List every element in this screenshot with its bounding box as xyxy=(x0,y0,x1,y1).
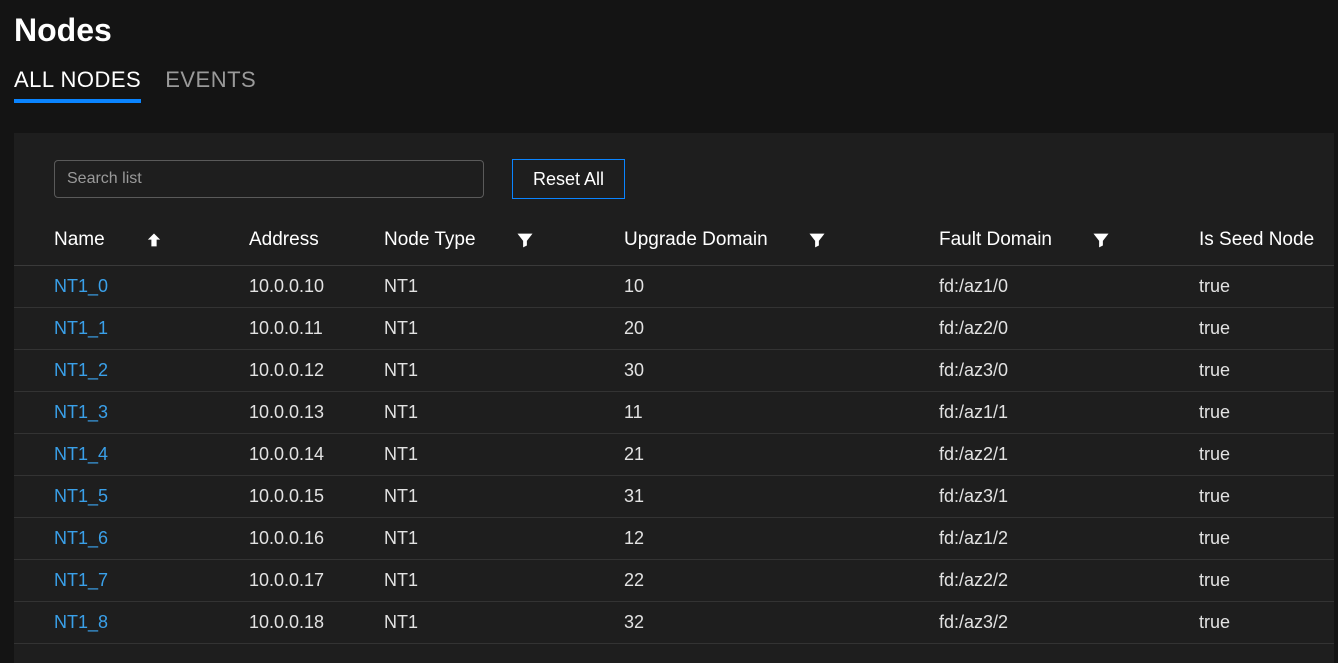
table-row: NT1_6 10.0.0.16NT112fd:/az1/2true xyxy=(14,518,1334,560)
col-header-node-type[interactable]: Node Type xyxy=(384,219,624,266)
cell-is-seed: true xyxy=(1199,518,1334,560)
cell-is-seed: true xyxy=(1199,350,1334,392)
table-row: NT1_3 10.0.0.13NT111fd:/az1/1true xyxy=(14,392,1334,434)
cell-is-seed: true xyxy=(1199,476,1334,518)
table-row: NT1_7 10.0.0.17NT122fd:/az2/2true xyxy=(14,560,1334,602)
node-link[interactable]: NT1_3 xyxy=(54,402,108,422)
page-title: Nodes xyxy=(14,0,1338,67)
node-link[interactable]: NT1_0 xyxy=(54,276,108,296)
node-link[interactable]: NT1_1 xyxy=(54,318,108,338)
filter-icon[interactable] xyxy=(516,231,534,249)
node-link[interactable]: NT1_6 xyxy=(54,528,108,548)
node-link[interactable]: NT1_2 xyxy=(54,360,108,380)
cell-address: 10.0.0.10 xyxy=(249,266,384,308)
arrow-up-icon xyxy=(145,231,163,249)
tab-bar: ALL NODES EVENTS xyxy=(14,67,1338,103)
nodes-table: Name Address Node Type xyxy=(14,219,1334,644)
table-row: NT1_5 10.0.0.15NT131fd:/az3/1true xyxy=(14,476,1334,518)
cell-node-type: NT1 xyxy=(384,518,624,560)
cell-fault-domain: fd:/az2/0 xyxy=(939,308,1199,350)
cell-node-type: NT1 xyxy=(384,434,624,476)
cell-node-type: NT1 xyxy=(384,476,624,518)
node-link[interactable]: NT1_8 xyxy=(54,612,108,632)
col-header-upgrade-domain[interactable]: Upgrade Domain xyxy=(624,219,939,266)
cell-is-seed: true xyxy=(1199,560,1334,602)
cell-is-seed: true xyxy=(1199,434,1334,476)
node-link[interactable]: NT1_4 xyxy=(54,444,108,464)
node-link[interactable]: NT1_5 xyxy=(54,486,108,506)
cell-upgrade-domain: 11 xyxy=(624,392,939,434)
cell-fault-domain: fd:/az3/1 xyxy=(939,476,1199,518)
cell-upgrade-domain: 10 xyxy=(624,266,939,308)
cell-address: 10.0.0.13 xyxy=(249,392,384,434)
cell-is-seed: true xyxy=(1199,308,1334,350)
col-header-is-seed[interactable]: Is Seed Node xyxy=(1199,219,1334,266)
cell-upgrade-domain: 30 xyxy=(624,350,939,392)
table-row: NT1_8 10.0.0.18NT132fd:/az3/2true xyxy=(14,602,1334,644)
cell-upgrade-domain: 31 xyxy=(624,476,939,518)
tab-all-nodes[interactable]: ALL NODES xyxy=(14,67,141,103)
cell-fault-domain: fd:/az3/0 xyxy=(939,350,1199,392)
cell-node-type: NT1 xyxy=(384,602,624,644)
toolbar: Reset All xyxy=(14,159,1334,219)
node-link[interactable]: NT1_7 xyxy=(54,570,108,590)
cell-fault-domain: fd:/az3/2 xyxy=(939,602,1199,644)
cell-address: 10.0.0.16 xyxy=(249,518,384,560)
cell-upgrade-domain: 22 xyxy=(624,560,939,602)
reset-all-button[interactable]: Reset All xyxy=(512,159,625,199)
cell-is-seed: true xyxy=(1199,392,1334,434)
cell-upgrade-domain: 12 xyxy=(624,518,939,560)
col-header-fault-domain[interactable]: Fault Domain xyxy=(939,219,1199,266)
cell-node-type: NT1 xyxy=(384,392,624,434)
cell-upgrade-domain: 32 xyxy=(624,602,939,644)
cell-address: 10.0.0.12 xyxy=(249,350,384,392)
cell-address: 10.0.0.14 xyxy=(249,434,384,476)
cell-node-type: NT1 xyxy=(384,560,624,602)
cell-fault-domain: fd:/az2/1 xyxy=(939,434,1199,476)
content-panel: Reset All Name xyxy=(14,133,1334,663)
filter-icon[interactable] xyxy=(808,231,826,249)
search-input[interactable] xyxy=(54,160,484,198)
cell-fault-domain: fd:/az1/1 xyxy=(939,392,1199,434)
cell-node-type: NT1 xyxy=(384,350,624,392)
table-row: NT1_1 10.0.0.11NT120fd:/az2/0true xyxy=(14,308,1334,350)
filter-icon[interactable] xyxy=(1092,231,1110,249)
cell-upgrade-domain: 20 xyxy=(624,308,939,350)
cell-upgrade-domain: 21 xyxy=(624,434,939,476)
col-header-address[interactable]: Address xyxy=(249,219,384,266)
cell-address: 10.0.0.11 xyxy=(249,308,384,350)
col-header-name[interactable]: Name xyxy=(54,219,249,266)
cell-node-type: NT1 xyxy=(384,308,624,350)
cell-address: 10.0.0.18 xyxy=(249,602,384,644)
table-row: NT1_4 10.0.0.14NT121fd:/az2/1true xyxy=(14,434,1334,476)
cell-fault-domain: fd:/az1/0 xyxy=(939,266,1199,308)
cell-address: 10.0.0.15 xyxy=(249,476,384,518)
cell-node-type: NT1 xyxy=(384,266,624,308)
tab-events[interactable]: EVENTS xyxy=(165,67,256,103)
cell-address: 10.0.0.17 xyxy=(249,560,384,602)
table-header-row: Name Address Node Type xyxy=(14,219,1334,266)
cell-fault-domain: fd:/az1/2 xyxy=(939,518,1199,560)
table-row: NT1_2 10.0.0.12NT130fd:/az3/0true xyxy=(14,350,1334,392)
cell-is-seed: true xyxy=(1199,602,1334,644)
cell-fault-domain: fd:/az2/2 xyxy=(939,560,1199,602)
cell-is-seed: true xyxy=(1199,266,1334,308)
table-row: NT1_0 10.0.0.10NT110fd:/az1/0true xyxy=(14,266,1334,308)
col-header-name-label: Name xyxy=(54,229,105,251)
